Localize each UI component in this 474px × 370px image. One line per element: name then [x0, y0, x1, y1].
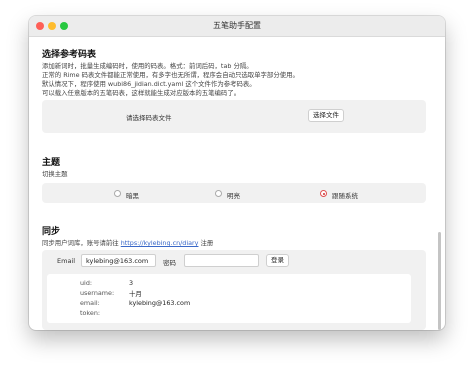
username-value: 十月 [129, 290, 142, 298]
theme-label-dark[interactable]: 暗黑 [126, 190, 139, 200]
theme-label-light[interactable]: 明亮 [227, 190, 240, 200]
password-input[interactable] [184, 254, 259, 267]
sync-heading: 同步 [42, 227, 61, 237]
dict-desc-line: 可以载入任意版本的五笔码表，这样就能生成对应版本的五笔编码了。 [42, 89, 241, 97]
title-bar: 五笔助手配置 [29, 16, 445, 37]
dict-panel: 请选择码表文件 选择文件 [42, 100, 426, 133]
dict-desc-line: 正常的 Rime 码表文件都能正常使用，有多字也无所谓，程序会自动只选取单字部分… [42, 71, 299, 79]
dict-desc-line: 添加新词时，批量生成编码时，使用的码表。格式：前词后码，tab 分隔。 [42, 62, 253, 70]
theme-panel: 暗黑 明亮 跟随系统 [42, 183, 426, 203]
theme-heading: 主题 [42, 158, 61, 168]
dict-heading: 选择参考码表 [42, 50, 97, 60]
theme-label-system[interactable]: 跟随系统 [332, 190, 358, 200]
uid-label: uid: [80, 279, 93, 287]
token-label: token: [80, 309, 101, 317]
theme-radio-dark[interactable] [114, 190, 121, 197]
sync-desc: 同步用户词库，账号请前往 https://kylebing.cn/diary 注… [42, 238, 213, 247]
sync-panel: Email kylebing@163.com 密码 登录 uid: 3 user… [42, 250, 426, 330]
email-input[interactable]: kylebing@163.com [81, 254, 156, 267]
login-button[interactable]: 登录 [266, 254, 289, 267]
config-window: 五笔助手配置 选择参考码表 添加新词时，批量生成编码时，使用的码表。格式：前词后… [29, 16, 445, 330]
vertical-scrollbar[interactable] [438, 232, 441, 330]
dict-desc-line: 默认情况下，程序使用 wubi86_jidian.dict.yaml 这个文件作… [42, 80, 256, 88]
email-label: Email [57, 257, 76, 265]
sync-desc-text: 同步用户词库，账号请前往 [42, 239, 119, 247]
register-link[interactable]: https://kylebing.cn/diary [121, 239, 199, 247]
username-label: username: [80, 289, 115, 297]
account-info-card: uid: 3 username: 十月 email: kylebing@163.… [47, 274, 411, 323]
window-title: 五笔助手配置 [213, 21, 261, 30]
theme-subtitle: 切换主题 [42, 170, 68, 178]
dict-prompt: 请选择码表文件 [126, 114, 172, 122]
info-email-label: email: [80, 299, 100, 307]
password-label: 密码 [163, 259, 176, 267]
theme-radio-light[interactable] [215, 190, 222, 197]
sync-desc-suffix: 注册 [200, 239, 214, 247]
uid-value: 3 [129, 279, 134, 287]
info-email-value: kylebing@163.com [129, 299, 191, 307]
choose-file-button[interactable]: 选择文件 [308, 109, 344, 122]
content-area: 选择参考码表 添加新词时，批量生成编码时，使用的码表。格式：前词后码，tab 分… [29, 37, 445, 330]
theme-radio-system[interactable] [320, 190, 327, 197]
